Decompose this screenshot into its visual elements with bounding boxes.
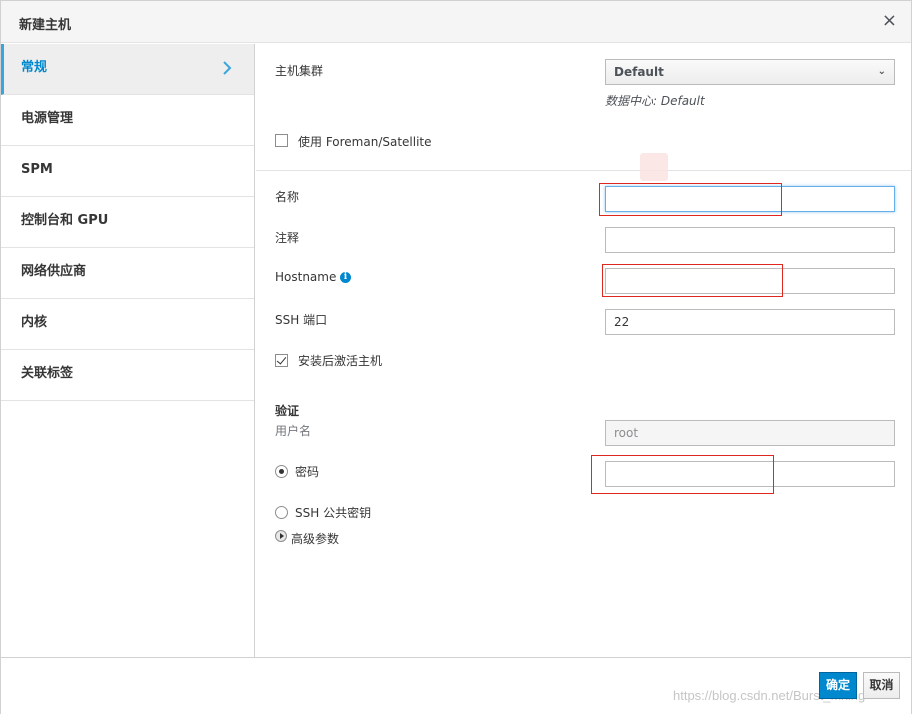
username-label: 用户名 [275,424,312,438]
password-input[interactable] [605,461,895,487]
ssh-key-radio[interactable] [275,506,288,519]
password-radio[interactable] [275,465,288,478]
sidebar-item-network-provider[interactable]: 网络供应商 [1,248,254,299]
datacenter-note: 数据中心: Default [605,94,705,108]
advanced-params-toggle[interactable]: 高级参数 [291,530,339,547]
ssh-port-input[interactable]: 22 [605,309,895,335]
foreman-label: 使用 Foreman/Satellite [298,135,432,149]
activate-checkbox[interactable] [275,354,288,367]
info-icon[interactable]: i [340,272,351,283]
sidebar-item-general[interactable]: 常规 [1,44,254,95]
general-form: 主机集群 Default ⌄ 数据中心: Default 使用 Foreman/… [256,44,911,657]
name-input[interactable] [605,186,895,212]
sidebar-item-power-management[interactable]: 电源管理 [1,95,254,146]
ssh-port-label: SSH 端口 [275,313,328,327]
sidebar-item-label: 常规 [21,60,48,75]
sidebar-item-label: SPM [21,162,53,177]
hostname-label: Hostname [275,270,337,284]
ok-button[interactable]: 确定 [819,672,857,699]
comment-input[interactable] [605,227,895,253]
sidebar-item-label: 控制台和 GPU [21,213,109,228]
dialog-header: 新建主机 × [1,1,911,43]
dialog-title: 新建主机 [19,18,72,33]
comment-label: 注释 [275,231,300,245]
close-icon[interactable]: × [882,10,897,31]
chevron-down-icon: ⌄ [877,66,886,77]
new-host-dialog: 新建主机 × 常规 电源管理 SPM 控制台和 GPU 网络供应商 内核 关联标… [0,0,912,714]
name-label: 名称 [275,190,300,204]
search-icon [640,153,668,181]
hostname-input[interactable] [605,268,895,294]
section-divider [256,170,911,171]
sidebar-item-label: 电源管理 [21,111,74,126]
sidebar-item-affinity-labels[interactable]: 关联标签 [1,350,254,401]
cluster-label: 主机集群 [275,64,324,78]
sidebar-item-spm[interactable]: SPM [1,146,254,197]
ssh-key-label: SSH 公共密钥 [295,506,372,520]
cancel-button[interactable]: 取消 [863,672,900,699]
sidebar-item-label: 网络供应商 [21,264,87,279]
foreman-checkbox[interactable] [275,134,288,147]
sidebar-item-label: 关联标签 [21,366,74,381]
dialog-footer: https://blog.csdn.net/Burst_Mxing 确定 取消 [1,657,911,714]
auth-heading: 验证 [275,404,300,418]
password-label: 密码 [295,465,320,479]
cluster-select[interactable]: Default ⌄ [605,59,895,85]
expand-icon[interactable] [275,530,287,542]
sidebar-item-kernel[interactable]: 内核 [1,299,254,350]
activate-label: 安装后激活主机 [298,354,383,368]
sidebar-item-console-gpu[interactable]: 控制台和 GPU [1,197,254,248]
cluster-select-value: Default [614,65,664,79]
chevron-right-icon [223,61,232,75]
sidebar: 常规 电源管理 SPM 控制台和 GPU 网络供应商 内核 关联标签 [1,44,255,657]
sidebar-item-label: 内核 [21,315,48,330]
username-input: root [605,420,895,446]
